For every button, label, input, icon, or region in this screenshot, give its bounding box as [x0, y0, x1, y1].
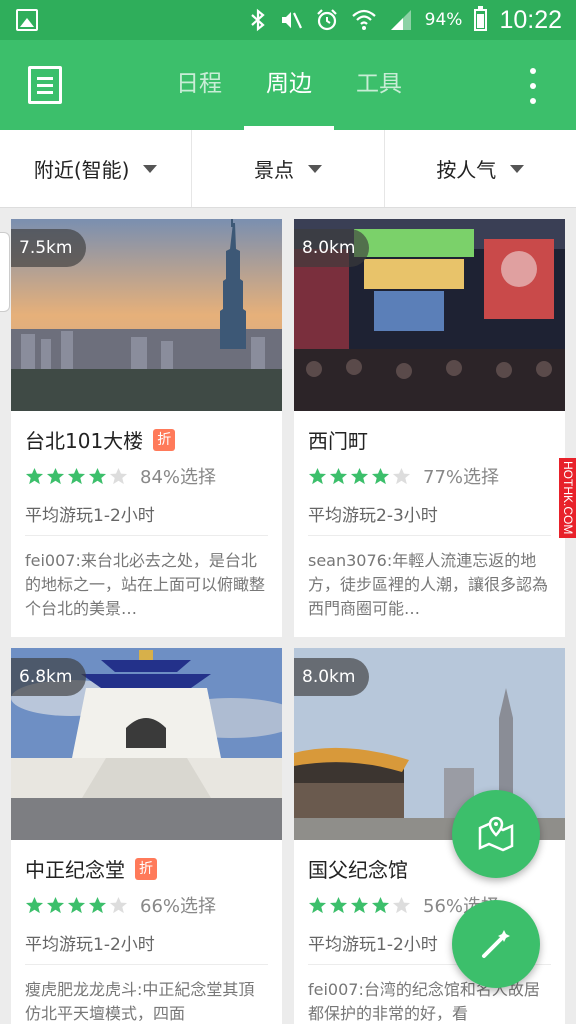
choice-percent: 77%选择	[423, 467, 500, 488]
battery-percent: 94%	[424, 10, 463, 30]
tab-bar: 日程 周边 工具	[154, 40, 424, 130]
map-marker-icon	[478, 816, 514, 852]
star-filled-icon	[67, 467, 86, 484]
distance-badge: 8.0km	[294, 229, 370, 267]
star-rating	[308, 896, 411, 915]
divider	[25, 535, 268, 536]
attraction-title: 国父纪念馆	[308, 858, 408, 882]
star-filled-icon	[46, 896, 65, 913]
caret-down-icon	[307, 164, 322, 173]
star-filled-icon	[350, 467, 369, 484]
attraction-title: 中正纪念堂	[25, 858, 125, 882]
star-filled-icon	[88, 896, 107, 913]
star-rating	[25, 467, 128, 486]
star-filled-icon	[329, 896, 348, 913]
menu-list-icon[interactable]	[28, 66, 62, 104]
magic-wand-button[interactable]	[452, 900, 540, 988]
review-snippet: 瘦虎肥龙龙虎斗:中正紀念堂其頂仿北平天壇模式，四面	[25, 980, 255, 1023]
star-filled-icon	[46, 467, 65, 484]
app-bar: 日程 周边 工具	[0, 40, 576, 130]
filter-sort-label: 按人气	[436, 158, 497, 182]
star-filled-icon	[67, 896, 86, 913]
attraction-photo: 8.0km	[294, 219, 565, 411]
tab-tools[interactable]: 工具	[334, 40, 424, 130]
attraction-photo: 7.5km	[11, 219, 282, 411]
star-rating	[308, 467, 411, 486]
discount-badge: 折	[135, 857, 157, 880]
star-filled-icon	[25, 467, 44, 484]
distance-badge: 7.5km	[11, 229, 87, 267]
caret-down-icon	[143, 164, 158, 173]
magic-wand-icon	[482, 930, 510, 958]
divider	[25, 964, 268, 965]
review-snippet: fei007:来台北必去之处，是台北的地标之一，站在上面可以俯瞰整个台北的美景…	[25, 551, 266, 618]
star-filled-icon	[308, 896, 327, 913]
tab-schedule[interactable]: 日程	[154, 40, 244, 130]
visit-duration: 平均游玩1-2小时	[25, 935, 155, 955]
map-view-button[interactable]	[452, 790, 540, 878]
filter-category-label: 景点	[253, 158, 294, 182]
divider	[308, 535, 551, 536]
gallery-notification-icon	[16, 9, 38, 31]
attraction-card[interactable]: 8.0km 西门町 77%选择 平均游玩2-3小时 sean3076:年輕人流連…	[294, 219, 565, 637]
mute-icon	[279, 8, 303, 32]
star-filled-icon	[88, 467, 107, 484]
star-filled-icon	[329, 467, 348, 484]
choice-percent: 84%选择	[140, 467, 217, 488]
star-empty-icon	[109, 467, 128, 484]
visit-duration: 平均游玩1-2小时	[25, 506, 155, 526]
filter-distance[interactable]: 附近(智能)	[0, 130, 193, 207]
filter-distance-label: 附近(智能)	[33, 158, 130, 182]
wifi-icon	[351, 8, 377, 32]
battery-icon	[474, 6, 488, 31]
filter-sort[interactable]: 按人气	[385, 130, 576, 207]
side-drawer-handle[interactable]	[0, 232, 10, 312]
signal-icon	[389, 8, 413, 32]
star-filled-icon	[371, 896, 390, 913]
star-filled-icon	[371, 467, 390, 484]
attraction-title: 台北101大楼	[25, 429, 144, 453]
bluetooth-icon	[249, 8, 267, 32]
review-snippet: sean3076:年輕人流連忘返的地方，徒步區裡的人潮，讓很多認為西門商圈可能…	[308, 551, 549, 618]
star-rating	[25, 896, 128, 915]
filter-bar: 附近(智能) 景点 按人气	[0, 130, 576, 208]
caret-down-icon	[510, 164, 525, 173]
star-empty-icon	[109, 896, 128, 913]
watermark: HOTHK.COM	[559, 458, 576, 538]
clock: 10:22	[499, 5, 562, 34]
more-options-icon[interactable]	[528, 68, 538, 104]
distance-badge: 6.8km	[11, 658, 87, 696]
visit-duration: 平均游玩2-3小时	[308, 506, 438, 526]
review-snippet: fei007:台湾的纪念馆和名人故居都保护的非常的好，看	[308, 980, 540, 1023]
tab-nearby[interactable]: 周边	[244, 40, 334, 130]
star-filled-icon	[25, 896, 44, 913]
choice-percent: 66%选择	[140, 896, 217, 917]
attraction-card[interactable]: 6.8km 中正纪念堂 折 66%选择 平均游玩1-2小时 瘦虎肥龙龙虎斗:中正…	[11, 648, 282, 1024]
visit-duration: 平均游玩1-2小时	[308, 935, 438, 955]
star-filled-icon	[350, 896, 369, 913]
attraction-title: 西门町	[308, 429, 368, 453]
attraction-card[interactable]: 7.5km 台北101大楼 折 84%选择 平均游玩1-2小时 fei007:来…	[11, 219, 282, 637]
star-empty-icon	[392, 467, 411, 484]
star-filled-icon	[308, 467, 327, 484]
alarm-icon	[315, 8, 339, 32]
star-empty-icon	[392, 896, 411, 913]
distance-badge: 8.0km	[294, 658, 370, 696]
discount-badge: 折	[153, 428, 176, 451]
filter-category[interactable]: 景点	[192, 130, 385, 207]
status-bar: 94% 10:22	[0, 0, 576, 40]
attraction-photo: 6.8km	[11, 648, 282, 840]
